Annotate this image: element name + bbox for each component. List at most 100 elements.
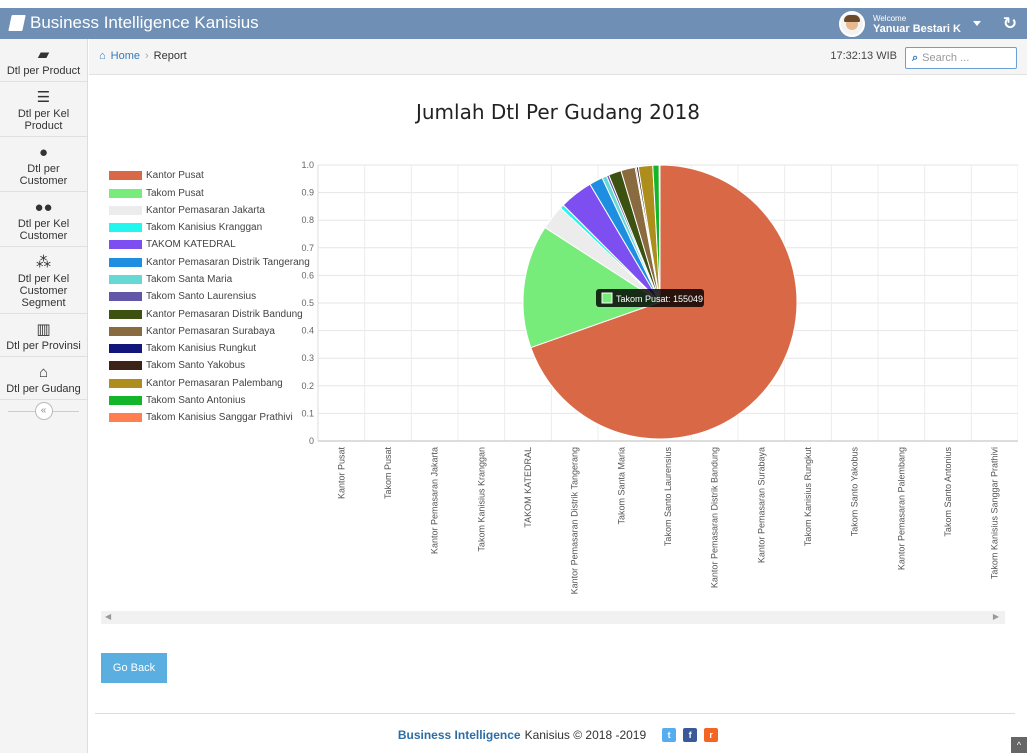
sidebar-item-dtl-per-provinsi[interactable]: ▥ Dtl per Provinsi: [0, 314, 87, 357]
legend-label: Kantor Pemasaran Distrik Bandung: [146, 308, 303, 320]
scroll-top-icon[interactable]: ^: [1011, 737, 1027, 753]
user-menu[interactable]: Welcome Yanuar Bestari K: [838, 8, 981, 39]
legend-label: Takom Pusat: [146, 187, 204, 199]
sidebar-collapse[interactable]: «: [0, 400, 87, 422]
legend-item[interactable]: Kantor Pemasaran Jakarta: [109, 205, 310, 217]
x-tick-label: Kantor Pemasaran Surabaya: [756, 447, 766, 563]
legend-label: Kantor Pemasaran Distrik Tangerang: [146, 256, 310, 268]
search-input[interactable]: ⌕ Search ...: [905, 47, 1017, 69]
y-tick-label: 0.1: [301, 408, 314, 418]
sidebar-item-label: Dtl per Kel Customer: [17, 218, 70, 242]
sidebar-item-dtl-per-customer[interactable]: ● Dtl per Customer: [0, 137, 87, 192]
sidebar-item-dtl-per-kel-customer-segment[interactable]: ⁂ Dtl per Kel Customer Segment: [0, 247, 87, 314]
sidebar-item-label: Dtl per Kel Product: [17, 108, 70, 132]
sidebar-item-label: Dtl per Provinsi: [6, 340, 81, 352]
y-tick-label: 0.5: [301, 298, 314, 308]
chevron-down-icon[interactable]: [973, 21, 981, 26]
book-icon: [8, 15, 26, 31]
tooltip-swatch: [601, 292, 613, 304]
x-tick-label: Takom Santo Laurensius: [663, 447, 673, 547]
legend-label: Kantor Pemasaran Jakarta: [146, 204, 265, 216]
go-back-button[interactable]: Go Back: [101, 653, 167, 683]
footer-brand: Business Intelligence: [397, 728, 521, 742]
x-tick-label: Kantor Pemasaran Distrik Bandung: [710, 447, 720, 588]
legend-item[interactable]: Takom Santa Maria: [109, 274, 310, 286]
scroll-left-icon[interactable]: ◀: [105, 612, 111, 621]
x-tick-label: Takom Pusat: [383, 447, 393, 500]
legend-item[interactable]: Takom Santo Laurensius: [109, 291, 310, 303]
legend-label: Takom Kanisius Rungkut: [146, 343, 257, 355]
legend-item[interactable]: Kantor Pemasaran Palembang: [109, 377, 310, 389]
legend-item[interactable]: Kantor Pemasaran Distrik Tangerang: [109, 256, 310, 268]
scroll-right-icon[interactable]: ▶: [993, 612, 999, 621]
tooltip-text: Takom Pusat: 155049: [616, 294, 703, 304]
legend-item[interactable]: Takom Santo Antonius: [109, 395, 310, 407]
x-tick-label: Takom Santa Maria: [616, 447, 626, 525]
legend-swatch: [109, 309, 142, 319]
legend-swatch: [109, 326, 142, 336]
legend-item[interactable]: Kantor Pemasaran Surabaya: [109, 326, 310, 338]
double-chevron-left-icon[interactable]: «: [34, 402, 53, 420]
legend-swatch: [109, 205, 142, 215]
map-icon: ▥: [36, 321, 51, 338]
rss-icon[interactable]: r: [704, 728, 719, 742]
footer-divider: [95, 713, 1015, 714]
legend-swatch: [109, 188, 142, 198]
sitemap-icon: ⁂: [36, 254, 51, 271]
sidebar: ▰ Dtl per Product ☰ Dtl per Kel Product …: [0, 39, 88, 753]
legend-swatch: [109, 378, 142, 388]
legend-item[interactable]: Takom Kanisius Sanggar Prathivi: [109, 412, 310, 424]
x-tick-label: Kantor Pemasaran Distrik Tangerang: [570, 447, 580, 594]
legend-label: Takom Santa Maria: [146, 273, 233, 285]
twitter-icon[interactable]: t: [662, 728, 677, 742]
legend-item[interactable]: Takom Kanisius Kranggan: [109, 222, 310, 234]
sidebar-item-dtl-per-gudang[interactable]: ⌂ Dtl per Gudang: [0, 357, 87, 400]
x-tick-label: TAKOM KATEDRAL: [523, 447, 533, 528]
book-icon: ▰: [37, 46, 50, 63]
sidebar-item-dtl-per-kel-product[interactable]: ☰ Dtl per Kel Product: [0, 82, 87, 137]
search-placeholder: Search ...: [922, 52, 970, 64]
legend-swatch: [109, 223, 142, 233]
legend-item[interactable]: Kantor Pusat: [109, 170, 310, 182]
legend-label: Takom Santo Laurensius: [146, 291, 257, 303]
home-icon[interactable]: ⌂: [99, 50, 106, 62]
sidebar-item-label: Dtl per Gudang: [6, 383, 81, 395]
legend-item[interactable]: Takom Kanisius Rungkut: [109, 343, 310, 355]
x-tick-label: Takom Santo Yakobus: [850, 447, 860, 537]
x-tick-label: Kantor Pemasaran Palembang: [896, 447, 906, 570]
app-brand[interactable]: Business Intelligence Kanisius: [8, 13, 259, 33]
legend-label: Takom Kanisius Sanggar Prathivi: [146, 412, 293, 424]
facebook-icon[interactable]: f: [683, 728, 698, 742]
legend-swatch: [109, 395, 142, 405]
y-tick-label: 1.0: [301, 160, 314, 170]
legend-item[interactable]: Takom Santo Yakobus: [109, 360, 310, 372]
x-tick-label: Kantor Pusat: [336, 447, 346, 500]
y-tick-label: 0.6: [301, 270, 314, 280]
breadcrumb-current: Report: [153, 50, 187, 62]
legend-item[interactable]: Kantor Pemasaran Distrik Bandung: [109, 308, 310, 320]
legend-item[interactable]: TAKOM KATEDRAL: [109, 239, 310, 251]
legend-swatch: [109, 274, 142, 284]
legend-label: Kantor Pusat: [146, 170, 204, 182]
legend-item[interactable]: Takom Pusat: [109, 187, 310, 199]
breadcrumb-home-link[interactable]: Home: [111, 50, 140, 62]
y-tick-label: 0.2: [301, 381, 314, 391]
refresh-icon[interactable]: ↻: [1003, 14, 1017, 34]
top-navbar: Business Intelligence Kanisius Welcome Y…: [0, 8, 1027, 39]
legend-label: Kantor Pemasaran Palembang: [146, 377, 283, 389]
app-title: Business Intelligence Kanisius: [30, 13, 259, 32]
chart-legend: Kantor Pusat Takom Pusat Kantor Pemasaran …: [109, 170, 310, 429]
y-tick-label: 0.4: [301, 326, 314, 336]
sidebar-item-dtl-per-product[interactable]: ▰ Dtl per Product: [0, 39, 87, 82]
footer-copyright: Kanisius © 2018 -2019: [524, 728, 647, 742]
sidebar-item-dtl-per-kel-customer[interactable]: ●● Dtl per Kel Customer: [0, 192, 87, 247]
chart-title: Jumlah Dtl Per Gudang 2018: [415, 100, 701, 124]
y-tick-label: 0.9: [301, 188, 314, 198]
sidebar-item-label: Dtl per Customer: [19, 163, 68, 187]
user-icon: ●: [38, 144, 49, 161]
horizontal-scrollbar[interactable]: ◀ ▶: [101, 611, 1005, 624]
legend-swatch: [109, 240, 142, 250]
footer: Business Intelligence Kanisius © 2018 -2…: [89, 728, 1027, 742]
y-tick-label: 0.7: [301, 243, 314, 253]
x-tick-label: Takom Santo Antonius: [943, 447, 953, 537]
